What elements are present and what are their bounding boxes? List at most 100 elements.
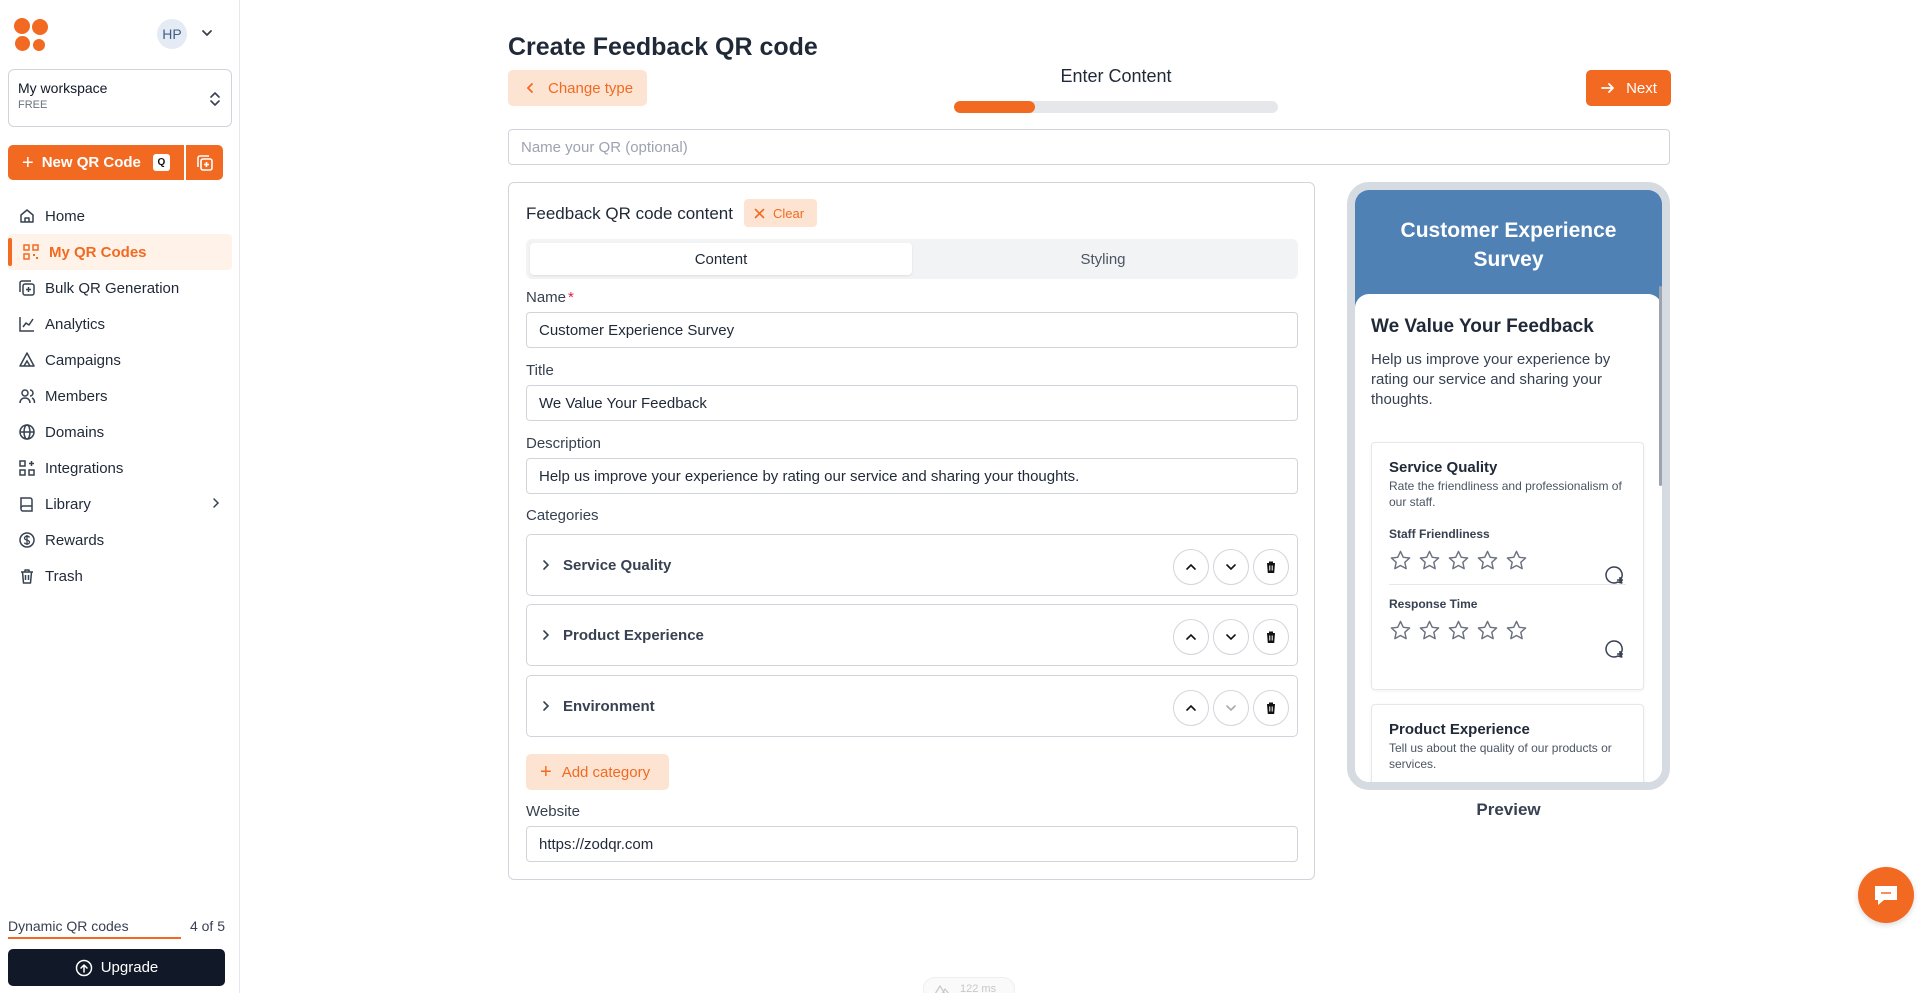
move-down-button[interactable]	[1213, 690, 1249, 726]
content-card: Feedback QR code content Clear Content S…	[508, 182, 1315, 880]
progress-fill	[954, 101, 1035, 113]
star-icon[interactable]	[1389, 549, 1412, 572]
sidebar-item-label: Analytics	[45, 315, 106, 333]
delete-category-button[interactable]	[1253, 549, 1289, 585]
chevron-right-icon[interactable]	[539, 699, 553, 713]
star-icon[interactable]	[1418, 619, 1441, 642]
add-category-button[interactable]: + Add category	[526, 754, 669, 790]
sidebar-item-home[interactable]: Home	[8, 198, 232, 234]
home-icon	[20, 209, 34, 223]
chat-support-button[interactable]	[1858, 867, 1914, 923]
category-item[interactable]: Environment	[526, 675, 1298, 737]
delete-category-button[interactable]	[1253, 690, 1289, 726]
description-label: Description	[526, 435, 602, 452]
sidebar-item-domains[interactable]: Domains	[8, 414, 232, 450]
category-item[interactable]: Service Quality	[526, 534, 1298, 596]
star-icon[interactable]	[1418, 549, 1441, 572]
chevron-right-icon[interactable]	[539, 558, 553, 572]
qr-name-input[interactable]	[508, 129, 1670, 165]
add-comment-icon[interactable]	[1603, 638, 1625, 660]
close-icon	[754, 208, 765, 218]
analytics-icon	[19, 317, 34, 332]
star-icon[interactable]	[1476, 619, 1499, 642]
add-category-label: Add category	[561, 763, 651, 781]
workspace-switcher[interactable]: My workspace FREE	[8, 69, 232, 127]
globe-icon	[19, 424, 35, 440]
sidebar-item-label: Home	[45, 207, 86, 225]
rewards-icon	[19, 532, 35, 548]
tab-styling[interactable]: Styling	[912, 243, 1294, 275]
nuxt-icon	[934, 984, 949, 993]
devtools-timing: 122 ms	[960, 983, 997, 993]
qr-grid-icon	[23, 244, 39, 260]
content-tabs: Content Styling	[526, 239, 1298, 279]
delete-category-button[interactable]	[1253, 619, 1289, 655]
brand-logo[interactable]	[14, 18, 50, 52]
add-comment-icon[interactable]	[1603, 564, 1625, 586]
category-name: Environment	[563, 697, 655, 715]
sidebar-item-campaigns[interactable]: Campaigns	[8, 342, 232, 378]
preview-phone[interactable]: Customer Experience Survey We Value Your…	[1347, 182, 1670, 790]
usage-label: Dynamic QR codes	[8, 918, 129, 934]
move-up-button[interactable]	[1173, 549, 1209, 585]
upgrade-label: Upgrade	[100, 959, 159, 976]
website-label: Website	[526, 803, 580, 820]
category-name: Product Experience	[563, 626, 704, 644]
chevron-down-icon[interactable]	[200, 26, 214, 40]
preview-question: Staff Friendliness	[1389, 527, 1490, 541]
category-actions	[1173, 690, 1289, 726]
sidebar-item-members[interactable]: Members	[8, 378, 232, 414]
upgrade-button[interactable]: Upgrade	[8, 949, 225, 986]
sidebar-item-my-qr-codes[interactable]: My QR Codes	[8, 234, 232, 270]
change-type-button[interactable]: Change type	[508, 70, 647, 106]
sidebar-item-label: Campaigns	[45, 351, 121, 369]
star-icon[interactable]	[1389, 619, 1412, 642]
avatar[interactable]: HP	[157, 19, 187, 49]
sidebar-item-label: Members	[45, 387, 108, 405]
next-button[interactable]: Next	[1586, 70, 1671, 106]
star-rating[interactable]	[1389, 549, 1626, 572]
page-title: Create Feedback QR code	[508, 33, 818, 61]
sidebar-item-label: Rewards	[45, 531, 105, 549]
sidebar-item-trash[interactable]: Trash	[8, 558, 232, 594]
category-item[interactable]: Product Experience	[526, 604, 1298, 666]
preview-scrollbar[interactable]	[1659, 286, 1662, 486]
sidebar-item-analytics[interactable]: Analytics	[8, 306, 232, 342]
sidebar: HP My workspace FREE + New QR Code Q Hom…	[0, 0, 240, 993]
tab-content[interactable]: Content	[530, 243, 912, 275]
description-field[interactable]: Help us improve your experience by ratin…	[526, 458, 1298, 494]
new-qr-code-button[interactable]: + New QR Code Q	[8, 145, 184, 180]
sidebar-item-label: Integrations	[45, 459, 124, 477]
star-icon[interactable]	[1447, 619, 1470, 642]
preview-description: Help us improve your experience by ratin…	[1371, 351, 1611, 408]
chevron-right-icon[interactable]	[539, 628, 553, 642]
move-down-button[interactable]	[1213, 619, 1249, 655]
members-icon	[19, 389, 36, 404]
chevron-up-icon	[1186, 633, 1196, 640]
preview-body: We Value Your Feedback Help us improve y…	[1355, 294, 1662, 782]
star-icon[interactable]	[1505, 549, 1528, 572]
website-field[interactable]: https://zodqr.com	[526, 826, 1298, 862]
chevron-up-icon	[1186, 704, 1196, 711]
move-down-button[interactable]	[1213, 549, 1249, 585]
clear-button[interactable]: Clear	[744, 199, 817, 227]
sidebar-item-bulk-qr-generation[interactable]: Bulk QR Generation	[8, 270, 232, 306]
preview-label: Preview	[1476, 800, 1541, 819]
sidebar-item-library[interactable]: Library	[8, 486, 232, 522]
title-field[interactable]: We Value Your Feedback	[526, 385, 1298, 421]
devtools-indicator[interactable]: 122 ms	[923, 977, 1015, 993]
star-rating[interactable]	[1389, 619, 1626, 642]
star-icon[interactable]	[1505, 619, 1528, 642]
name-label: Name *	[526, 289, 574, 306]
bulk-create-button[interactable]	[186, 145, 223, 180]
star-icon[interactable]	[1447, 549, 1470, 572]
name-field[interactable]: Customer Experience Survey	[526, 312, 1298, 348]
change-type-label: Change type	[548, 79, 634, 97]
star-icon[interactable]	[1476, 549, 1499, 572]
sort-arrows-icon	[210, 92, 220, 106]
move-up-button[interactable]	[1173, 619, 1209, 655]
sidebar-item-integrations[interactable]: Integrations	[8, 450, 232, 486]
move-up-button[interactable]	[1173, 690, 1209, 726]
sidebar-item-rewards[interactable]: Rewards	[8, 522, 232, 558]
usage-count: 4 of 5	[189, 918, 225, 934]
